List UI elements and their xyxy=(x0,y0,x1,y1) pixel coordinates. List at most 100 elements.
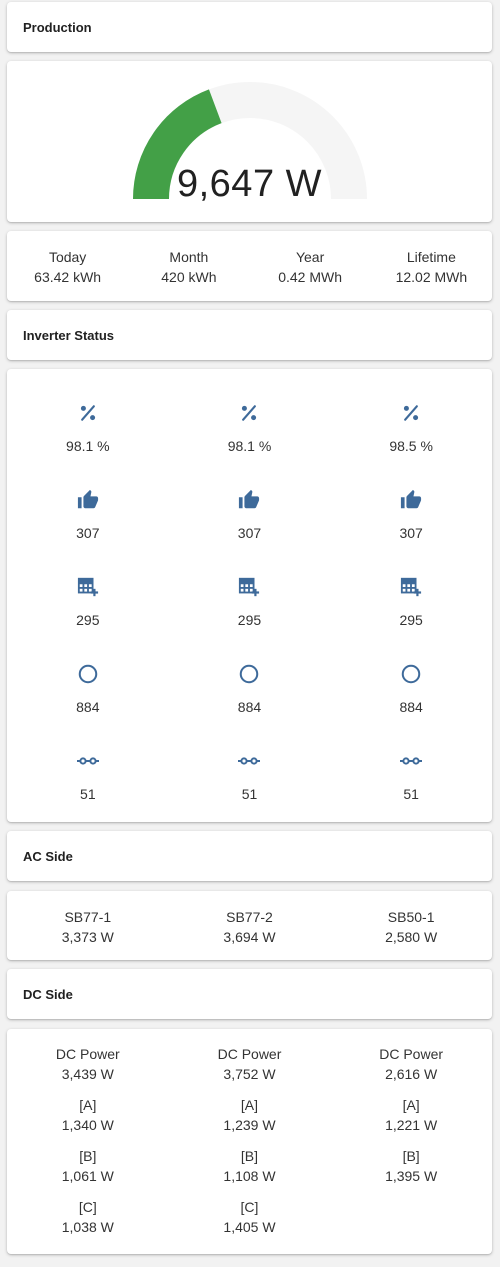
dc-entry: [A] 1,239 W xyxy=(169,1095,331,1146)
dc-value: 3,439 W xyxy=(61,1066,114,1082)
stat-value: 12.02 MWh xyxy=(395,269,468,285)
dc-value: 1,395 W xyxy=(385,1168,438,1184)
dc-inverter-column: DC Power 3,439 W [A] 1,340 W [B] 1,061 W… xyxy=(7,1044,169,1248)
status-row-table: 295 295 295 xyxy=(7,575,492,628)
stat-label: Month xyxy=(169,249,209,265)
dc-value: 1,221 W xyxy=(385,1117,438,1133)
dc-value: 1,340 W xyxy=(61,1117,114,1133)
dc-entry: DC Power 3,752 W xyxy=(169,1044,331,1095)
dc-side-title: DC Side xyxy=(23,986,73,1002)
thumb-up-icon xyxy=(239,489,260,509)
circle-outline-icon xyxy=(401,664,421,684)
dc-entry: [C] 1,405 W xyxy=(169,1197,331,1248)
dc-label: [C] xyxy=(240,1199,259,1215)
status-cell: 51 xyxy=(7,749,169,802)
ac-side-card: SB77-1 3,373 W SB77-2 3,694 W SB50-1 2,5… xyxy=(7,891,492,960)
circle-outline-icon xyxy=(240,664,259,684)
gauge-value: 9,647 W xyxy=(176,163,323,205)
dc-entry: DC Power 2,616 W xyxy=(330,1044,492,1095)
dc-inverter-column: DC Power 2,616 W [A] 1,221 W [B] 1,395 W xyxy=(330,1044,492,1248)
dc-entry: [B] 1,061 W xyxy=(7,1146,169,1197)
status-value: 98.1 % xyxy=(227,438,272,454)
status-cell: 307 xyxy=(330,488,492,541)
dc-entry: [A] 1,340 W xyxy=(7,1095,169,1146)
percent-icon xyxy=(404,405,419,421)
dc-label: [C] xyxy=(78,1199,97,1215)
dc-label: [A] xyxy=(79,1097,97,1113)
dc-inverter-column: DC Power 3,752 W [A] 1,239 W [B] 1,108 W… xyxy=(169,1044,331,1248)
status-cell: 51 xyxy=(169,749,331,802)
stat-value: 0.42 MWh xyxy=(278,269,343,285)
dc-label: [B] xyxy=(402,1148,420,1164)
dc-label: [B] xyxy=(240,1148,259,1164)
production-stats-card: Today 63.42 kWh Month 420 kWh Year 0.42 … xyxy=(7,231,492,301)
dc-value: 1,108 W xyxy=(223,1168,276,1184)
status-cell: 98.1 % xyxy=(169,401,331,454)
stat-value: 63.42 kWh xyxy=(34,269,102,285)
dc-label: DC Power xyxy=(55,1046,120,1062)
inverter-name: SB77-2 xyxy=(226,909,273,925)
status-cell: 295 xyxy=(169,575,331,628)
dc-entry: [B] 1,108 W xyxy=(169,1146,331,1197)
percent-icon xyxy=(80,405,95,421)
status-value: 884 xyxy=(76,699,100,715)
dc-entry: DC Power 3,439 W xyxy=(7,1044,169,1095)
thumb-up-icon xyxy=(401,489,422,509)
status-value: 51 xyxy=(241,786,258,802)
dc-entry: [B] 1,395 W xyxy=(330,1146,492,1197)
percent-icon xyxy=(242,405,257,421)
table-plus-icon xyxy=(239,577,260,597)
stat-label: Year xyxy=(295,249,325,265)
status-cell: 884 xyxy=(169,662,331,715)
status-value: 307 xyxy=(76,525,100,541)
dc-side-card: DC Power 3,439 W [A] 1,340 W [B] 1,061 W… xyxy=(7,1029,492,1254)
status-cell: 98.1 % xyxy=(7,401,169,454)
production-gauge-card: 9,647 W xyxy=(7,61,492,222)
inverter-power: 2,580 W xyxy=(385,929,438,945)
dc-label: [A] xyxy=(240,1097,259,1113)
status-row-thumbs: 307 307 307 xyxy=(7,488,492,541)
dc-value: 1,038 W xyxy=(61,1219,114,1235)
stat-label: Today xyxy=(48,249,87,265)
stat-today: Today 63.42 kWh xyxy=(7,247,128,287)
connection-icon xyxy=(400,757,423,765)
dc-value: 1,405 W xyxy=(223,1219,276,1235)
status-value: 295 xyxy=(76,612,100,628)
status-cell: 98.5 % xyxy=(330,401,492,454)
status-cell: 884 xyxy=(7,662,169,715)
status-value: 884 xyxy=(237,699,262,715)
inverter-power: 3,373 W xyxy=(61,929,114,945)
ac-side-header-card: AC Side xyxy=(7,831,492,881)
status-row-connection: 51 51 51 xyxy=(7,749,492,802)
inverter-status-card: 98.1 % 98.1 % 98.5 % 307 307 307 295 295… xyxy=(7,369,492,822)
dc-label: [B] xyxy=(79,1148,97,1164)
dc-value: 3,752 W xyxy=(223,1066,276,1082)
dc-value: 1,239 W xyxy=(223,1117,276,1133)
stat-year: Year 0.42 MWh xyxy=(250,247,371,287)
status-value: 98.1 % xyxy=(66,438,110,454)
circle-outline-icon xyxy=(78,664,98,684)
status-value: 98.5 % xyxy=(389,438,433,454)
connection-icon xyxy=(76,757,99,765)
inverter-power: 3,694 W xyxy=(223,929,276,945)
status-value: 51 xyxy=(403,786,419,802)
table-plus-icon xyxy=(401,577,422,597)
status-value: 307 xyxy=(399,525,423,541)
status-row-efficiency: 98.1 % 98.1 % 98.5 % xyxy=(7,401,492,454)
status-cell: 307 xyxy=(169,488,331,541)
ac-side-title: AC Side xyxy=(23,848,73,864)
ac-inverter: SB50-1 2,580 W xyxy=(330,907,492,947)
inverter-status-header-card: Inverter Status xyxy=(7,310,492,360)
stat-value: 420 kWh xyxy=(161,269,217,285)
stat-month: Month 420 kWh xyxy=(128,247,249,287)
inverter-name: SB77-1 xyxy=(64,909,112,925)
status-value: 307 xyxy=(237,525,262,541)
dc-label: DC Power xyxy=(379,1046,444,1062)
connection-icon xyxy=(238,757,261,765)
status-value: 884 xyxy=(399,699,423,715)
status-cell: 295 xyxy=(7,575,169,628)
dc-side-header-card: DC Side xyxy=(7,969,492,1019)
stat-lifetime: Lifetime 12.02 MWh xyxy=(371,247,492,287)
status-value: 51 xyxy=(80,786,96,802)
dc-entry: [A] 1,221 W xyxy=(330,1095,492,1146)
